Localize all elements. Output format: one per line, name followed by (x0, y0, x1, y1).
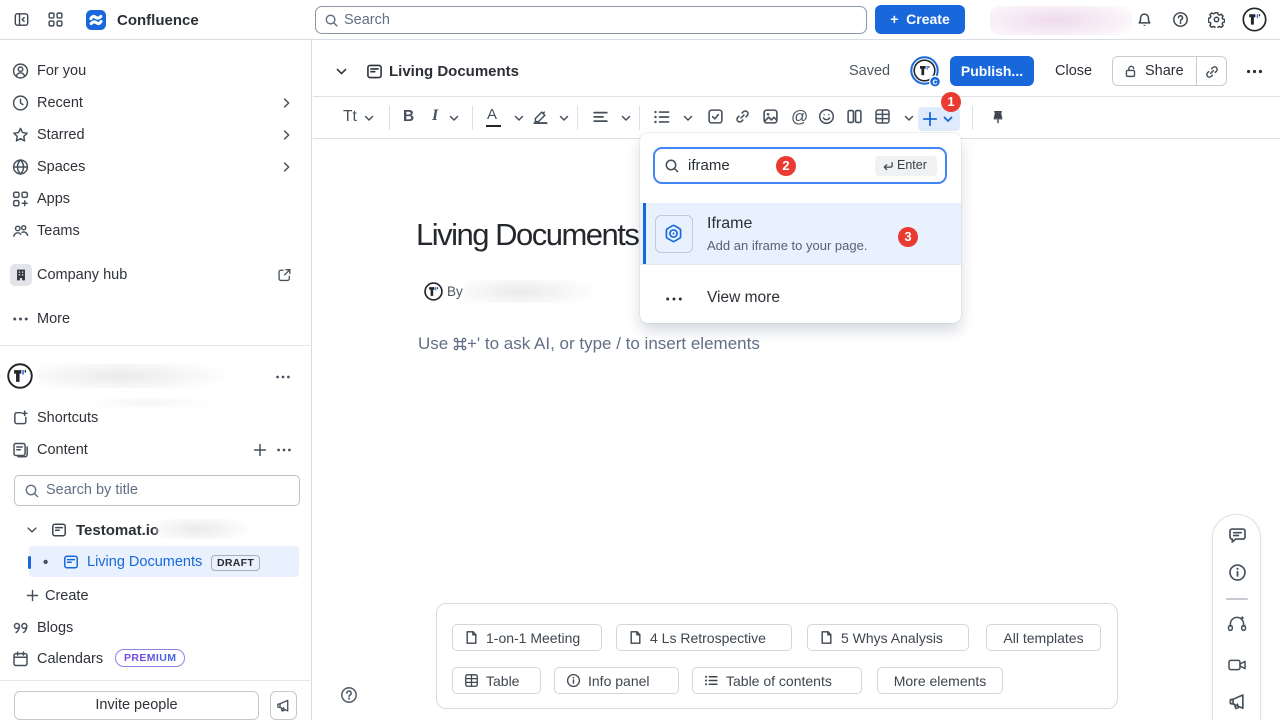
svg-text:c: c (932, 77, 937, 87)
